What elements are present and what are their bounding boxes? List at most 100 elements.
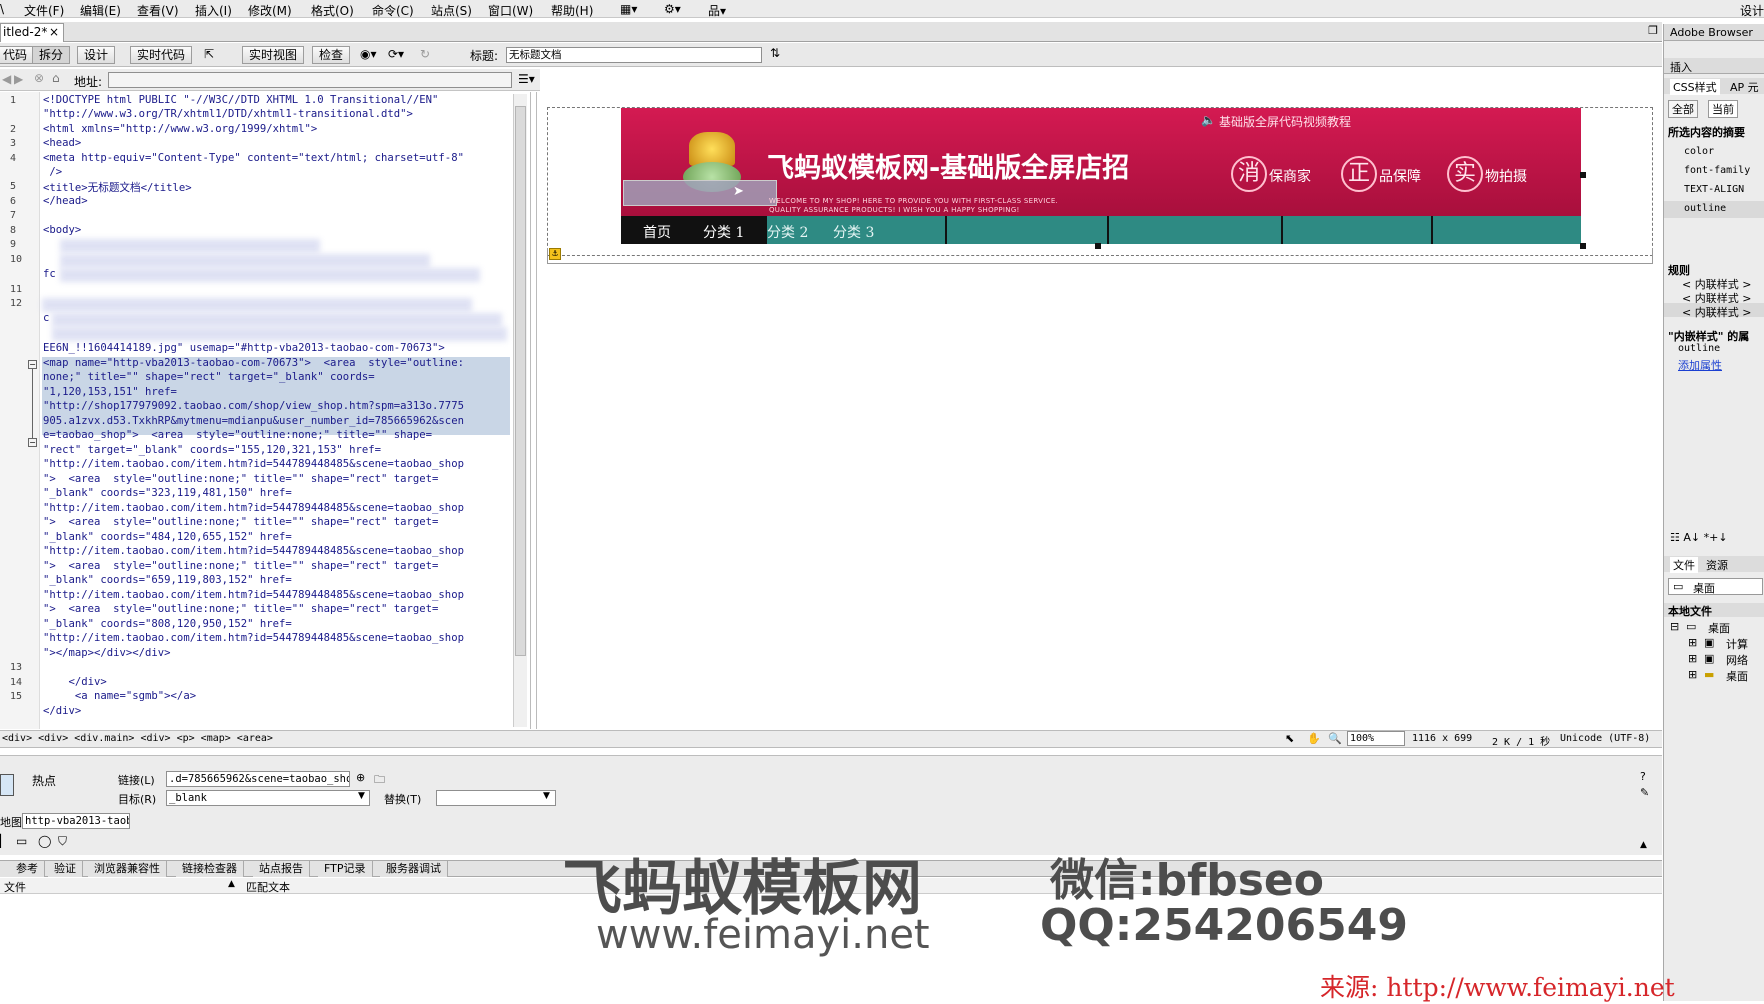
alt-select[interactable]	[436, 790, 556, 806]
resize-handle[interactable]	[1580, 172, 1586, 178]
add-property-link[interactable]: 添加属性	[1678, 357, 1722, 373]
menu-format[interactable]: 格式(O)	[311, 2, 354, 19]
column-matched-text[interactable]: 匹配文本	[246, 879, 290, 895]
tree-toggle-icon[interactable]: ⊟	[1670, 620, 1679, 633]
globe-icon[interactable]: ◉▾	[360, 47, 377, 61]
back-icon[interactable]: ◀	[2, 72, 11, 86]
summary-prop[interactable]: TEXT-ALIGN	[1684, 184, 1744, 195]
layout-icon[interactable]: ▦▾	[620, 2, 637, 16]
menu-window[interactable]: 窗口(W)	[488, 2, 533, 19]
window-size[interactable]: 1116 x 699	[1412, 733, 1472, 744]
split-view-button[interactable]: 拆分	[32, 46, 71, 64]
chevron-down-icon[interactable]: ▼	[543, 791, 550, 801]
tab-css-styles[interactable]: CSS样式	[1670, 79, 1720, 95]
live-view-button[interactable]: 实时视图	[242, 46, 305, 64]
gear-icon[interactable]: ⚙▾	[664, 2, 681, 16]
circle-hotspot-icon[interactable]: ◯	[38, 834, 51, 848]
stop-icon[interactable]: ⊗	[34, 71, 44, 85]
summary-prop[interactable]: font-family	[1684, 165, 1750, 176]
polygon-hotspot-icon[interactable]: ⛉	[58, 834, 67, 849]
file-manage-icon[interactable]: ⇅	[770, 46, 780, 60]
css-toolbar-icons[interactable]: ☷ A↓ *+↓	[1670, 531, 1728, 544]
hotspot-area[interactable]	[623, 180, 777, 206]
anchor-icon[interactable]: ⚓	[549, 248, 561, 260]
link-input[interactable]: .d=785665962&scene=taobao_shop	[166, 771, 350, 787]
speaker-icon[interactable]: 🔈	[1201, 113, 1216, 127]
forward-icon[interactable]: ▶	[14, 72, 23, 86]
menu-help[interactable]: 帮助(H)	[551, 2, 593, 19]
tab-ftp-log[interactable]: FTP记录	[318, 861, 373, 877]
rule-item[interactable]: < 内联样式 >	[1682, 304, 1751, 320]
inspect-icon[interactable]: ⇱	[204, 47, 214, 61]
restore-icon[interactable]: ❐	[1648, 24, 1658, 37]
nav-item-category-2[interactable]: 分类 2	[767, 222, 808, 242]
select-tool-icon[interactable]: ⬉	[1285, 732, 1294, 745]
zoom-tool-icon[interactable]: 🔍	[1328, 732, 1342, 745]
menu-insert[interactable]: 插入(I)	[195, 2, 232, 19]
tab-validation[interactable]: 验证	[48, 861, 83, 877]
tree-item[interactable]: 桌面	[1708, 620, 1730, 636]
summary-prop[interactable]: outline	[1684, 203, 1726, 214]
pointer-hotspot-icon[interactable]: ▏	[0, 834, 9, 848]
site-icon[interactable]: 品▾	[708, 2, 726, 19]
tab-files[interactable]: 文件	[1670, 557, 1698, 573]
column-file[interactable]: 文件	[4, 879, 26, 895]
workspace-switcher[interactable]: 设计	[1740, 2, 1764, 19]
nav-item-home[interactable]: 首页	[643, 222, 671, 242]
tree-item[interactable]: 桌面	[1726, 668, 1748, 684]
summary-prop[interactable]: color	[1684, 146, 1714, 157]
app-icon[interactable]: \	[0, 2, 4, 16]
menu-modify[interactable]: 修改(M)	[248, 2, 292, 19]
tree-toggle-icon[interactable]: ⊞	[1688, 652, 1697, 665]
menu-view[interactable]: 查看(V)	[137, 2, 179, 19]
tab-search[interactable]	[0, 861, 11, 877]
design-view[interactable]: 🔈 基础版全屏代码视频教程 ➤ 飞蚂蚁模板网-基础版全屏店招 WELCOME T…	[536, 92, 1662, 729]
refresh-options-icon[interactable]: ⟳▾	[388, 47, 404, 61]
quick-tag-editor-icon[interactable]: ✎	[1640, 786, 1649, 799]
help-icon[interactable]: ?	[1640, 770, 1646, 783]
tree-toggle-icon[interactable]: ⊞	[1688, 668, 1697, 681]
menu-edit[interactable]: 编辑(E)	[80, 2, 121, 19]
tab-reference[interactable]: 参考	[10, 861, 45, 877]
map-name-input[interactable]: http-vba2013-taob	[22, 813, 130, 829]
insert-panel-tab[interactable]: 插入	[1664, 58, 1764, 74]
video-tutorial-link[interactable]: 基础版全屏代码视频教程	[1219, 113, 1351, 130]
address-input[interactable]	[108, 72, 512, 88]
tab-site-reports[interactable]: 站点报告	[253, 861, 310, 877]
menu-file[interactable]: 文件(F)	[24, 2, 64, 19]
code-view[interactable]: 1 2 3 4 5 6 7 8 9 10 11 12 13 14 15 − − …	[0, 92, 531, 729]
chevron-down-icon[interactable]: ▼	[358, 791, 365, 801]
design-view-button[interactable]: 设计	[77, 46, 116, 64]
fold-toggle-icon[interactable]: −	[28, 360, 37, 369]
current-button[interactable]: 当前	[1708, 100, 1738, 118]
zoom-select[interactable]: 100%	[1347, 731, 1405, 746]
menu-site[interactable]: 站点(S)	[431, 2, 472, 19]
point-to-file-icon[interactable]: ⊕	[356, 771, 365, 784]
nav-item-category-1[interactable]: 分类 1	[703, 222, 744, 242]
tab-link-checker[interactable]: 链接检查器	[176, 861, 244, 877]
tree-item[interactable]: 网络	[1726, 652, 1748, 668]
view-options-icon[interactable]: ☰▾	[518, 72, 535, 86]
tag-selector[interactable]: <div> <div> <div.main> <div> <p> <map> <…	[2, 733, 273, 744]
close-icon[interactable]: ×	[49, 24, 59, 41]
menu-commands[interactable]: 命令(C)	[372, 2, 414, 19]
collapse-icon[interactable]: ▲	[1640, 840, 1647, 850]
hand-tool-icon[interactable]: ✋	[1307, 732, 1321, 745]
refresh-icon[interactable]: ↻	[420, 47, 430, 61]
code-scrollbar[interactable]	[513, 94, 527, 727]
fold-toggle-icon[interactable]: −	[28, 438, 37, 447]
folder-icon[interactable]: 🗀	[374, 771, 385, 790]
home-icon[interactable]: ⌂	[52, 71, 60, 85]
tab-server-debug[interactable]: 服务器调试	[380, 861, 448, 877]
rectangle-hotspot-icon[interactable]: ▭	[16, 834, 27, 848]
tab-assets[interactable]: 资源	[1706, 557, 1728, 573]
all-button[interactable]: 全部	[1668, 100, 1698, 118]
site-select[interactable]: ▭ 桌面	[1668, 578, 1763, 595]
inspect-button[interactable]: 检查	[312, 46, 351, 64]
document-tab[interactable]: itled-2* ×	[0, 23, 64, 42]
tree-toggle-icon[interactable]: ⊞	[1688, 636, 1697, 649]
target-select[interactable]: _blank	[166, 790, 370, 806]
code-view-button[interactable]: 代码	[0, 46, 35, 64]
title-input[interactable]: 无标题文档	[506, 47, 762, 63]
tree-item[interactable]: 计算	[1726, 636, 1748, 652]
